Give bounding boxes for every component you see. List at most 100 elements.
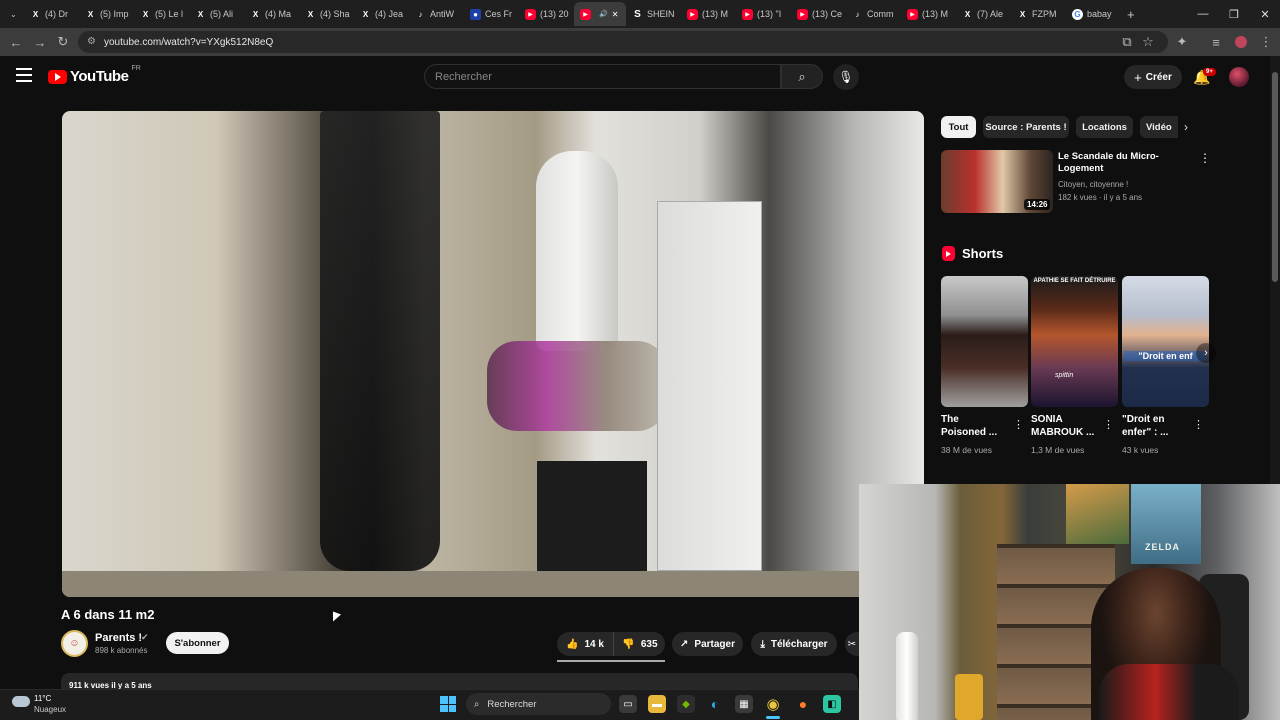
like-count: 14 k: [584, 638, 604, 650]
browser-tab[interactable]: X (5) Imp: [79, 2, 134, 26]
chevron-right-icon[interactable]: ›: [1184, 120, 1188, 134]
maximize-button[interactable]: ❐: [1218, 0, 1250, 28]
more-actions-button[interactable]: ✂: [845, 632, 859, 656]
kebab-menu-icon[interactable]: ⋮: [1013, 418, 1024, 431]
windows-start-icon[interactable]: [440, 696, 456, 712]
short-title[interactable]: "Droit en enfer" : ...: [1122, 413, 1168, 439]
forward-button[interactable]: →: [32, 34, 48, 50]
browser-tab[interactable]: ▶ (13) 20: [519, 2, 574, 26]
back-button[interactable]: ←: [8, 34, 24, 50]
kebab-menu-icon: ⋮: [1259, 34, 1273, 49]
chip-tout[interactable]: Tout: [941, 116, 976, 138]
weather-description[interactable]: Nuageux: [34, 705, 66, 714]
short-thumbnail[interactable]: [941, 276, 1028, 407]
short-caption: spittin: [1055, 372, 1074, 379]
tab-label: AntiW: [430, 9, 455, 19]
like-ratio-bar: [557, 660, 665, 662]
profile-button[interactable]: [1233, 34, 1249, 50]
minimize-button[interactable]: —: [1187, 0, 1219, 28]
short-title[interactable]: SONIA MABROUK ...: [1031, 413, 1094, 439]
scrollbar-thumb[interactable]: [1272, 72, 1278, 282]
browser-tab[interactable]: ▶ (13) "I: [736, 2, 791, 26]
browser-tab[interactable]: X (7) Ale: [956, 2, 1011, 26]
short-title[interactable]: The Poisoned ...: [941, 413, 997, 439]
browser-tab[interactable]: ▶ 🔊 ✕: [574, 2, 626, 26]
x-favicon-icon: X: [362, 9, 369, 19]
browser-tab[interactable]: X (4) Jea: [354, 2, 409, 26]
kebab-menu-icon[interactable]: ⋮: [1199, 151, 1211, 165]
youtube-logo[interactable]: YouTube FR: [48, 65, 141, 85]
short-title-line: Poisoned ...: [941, 427, 998, 438]
dislike-button[interactable]: 👎 635: [615, 632, 665, 656]
reload-button[interactable]: ↻: [55, 34, 71, 50]
browser-tab[interactable]: ▶ (13) M: [901, 2, 956, 26]
audio-playing-icon[interactable]: 🔊: [599, 10, 608, 18]
cloud-icon[interactable]: [12, 696, 30, 707]
microsoft-store-icon[interactable]: ▦: [735, 695, 753, 713]
browser-tab[interactable]: ▶ (13) Ce: [791, 2, 846, 26]
browser-tab[interactable]: X FZPM: [1011, 2, 1066, 26]
search-button[interactable]: ⌕: [781, 64, 823, 89]
channel-name[interactable]: Parents !: [95, 632, 142, 644]
thumbs-down-icon: 👎: [622, 638, 635, 650]
create-button[interactable]: + Créer: [1124, 65, 1182, 89]
tab-label: (13) 20: [540, 9, 569, 19]
browser-tab[interactable]: X (4) Dr: [24, 2, 79, 26]
edge-browser-icon[interactable]: ◐: [706, 695, 724, 713]
short-title-line: enfer" : ...: [1122, 427, 1169, 438]
short-thumbnail[interactable]: [1122, 276, 1209, 407]
browser-tab[interactable]: ● Ces Fr: [464, 2, 519, 26]
like-button[interactable]: 👍 14 k: [557, 632, 614, 656]
tab-label: babay: [1087, 9, 1112, 19]
file-explorer-icon[interactable]: ▬: [648, 695, 666, 713]
browser-tab[interactable]: Gbabay: [1066, 2, 1121, 26]
kebab-menu-icon[interactable]: ⋮: [1103, 418, 1114, 431]
firefox-icon[interactable]: ●: [794, 695, 812, 713]
account-avatar[interactable]: [1229, 67, 1249, 87]
channel-avatar[interactable]: ☺: [61, 630, 88, 657]
subscribe-button[interactable]: S'abonner: [166, 632, 229, 654]
shorts-next-button[interactable]: ›: [1196, 343, 1216, 363]
nvidia-icon[interactable]: ◆: [677, 695, 695, 713]
close-tab-icon[interactable]: ✕: [612, 10, 619, 19]
browser-tab[interactable]: X (4) Sha: [299, 2, 354, 26]
address-bar[interactable]: ⚙ youtube.com/watch?v=YXgk512N8eQ: [78, 31, 1168, 53]
browser-tab[interactable]: X (5) Le l: [134, 2, 189, 26]
short-thumbnail[interactable]: APATHIE SE FAIT DÉTRUIRE: [1031, 276, 1118, 407]
media-button[interactable]: ≡: [1208, 34, 1224, 50]
app-icon[interactable]: ◧: [823, 695, 841, 713]
chip-videos[interactable]: Vidéo: [1140, 116, 1178, 138]
browser-tab[interactable]: ♪ Comm: [846, 2, 901, 26]
video-player[interactable]: [62, 111, 924, 597]
weather-temperature[interactable]: 11°C: [34, 694, 51, 703]
kebab-menu-icon[interactable]: ⋮: [1193, 418, 1204, 431]
browser-tab[interactable]: ▶ (13) M: [681, 2, 736, 26]
extensions-button[interactable]: ✦: [1174, 34, 1190, 50]
chip-locations[interactable]: Locations: [1076, 116, 1133, 138]
site-info-icon[interactable]: ⚙: [87, 36, 96, 47]
browser-menu-button[interactable]: ⋮: [1258, 34, 1274, 50]
share-button[interactable]: ↗ Partager: [672, 632, 743, 656]
new-tab-button[interactable]: +: [1121, 2, 1141, 26]
browser-tab[interactable]: ♪ AntiW: [409, 2, 464, 26]
short-title-line: The: [941, 414, 959, 425]
taskbar-search[interactable]: ⌕ Rechercher: [466, 693, 611, 715]
short-overlay-text: APATHIE SE FAIT DÉTRUIRE: [1033, 278, 1116, 284]
close-window-button[interactable]: ✕: [1249, 0, 1280, 28]
browser-tab[interactable]: X (5) Ali: [189, 2, 244, 26]
browser-tab[interactable]: X (4) Ma: [244, 2, 299, 26]
task-view-icon[interactable]: ▭: [619, 695, 637, 713]
chip-source[interactable]: Source : Parents !: [983, 116, 1069, 138]
chrome-icon[interactable]: ◉: [764, 695, 782, 713]
webcam-overlay: ZELDA: [859, 484, 1280, 720]
download-button[interactable]: ⤓ Télécharger: [751, 632, 837, 656]
recommendation-title[interactable]: Le Scandale du Micro-Logement: [1058, 151, 1188, 175]
recommendation-channel[interactable]: Citoyen, citoyenne !: [1058, 180, 1128, 189]
search-input[interactable]: Rechercher: [424, 64, 781, 89]
tab-list-button[interactable]: ⌄: [4, 2, 24, 26]
browser-tab[interactable]: S SHEIN: [626, 2, 681, 26]
bookmark-button[interactable]: ☆: [1140, 34, 1156, 50]
install-app-button[interactable]: ⧉: [1119, 34, 1135, 50]
hamburger-menu-icon[interactable]: [16, 68, 32, 82]
voice-search-button[interactable]: 🎙: [833, 64, 859, 90]
